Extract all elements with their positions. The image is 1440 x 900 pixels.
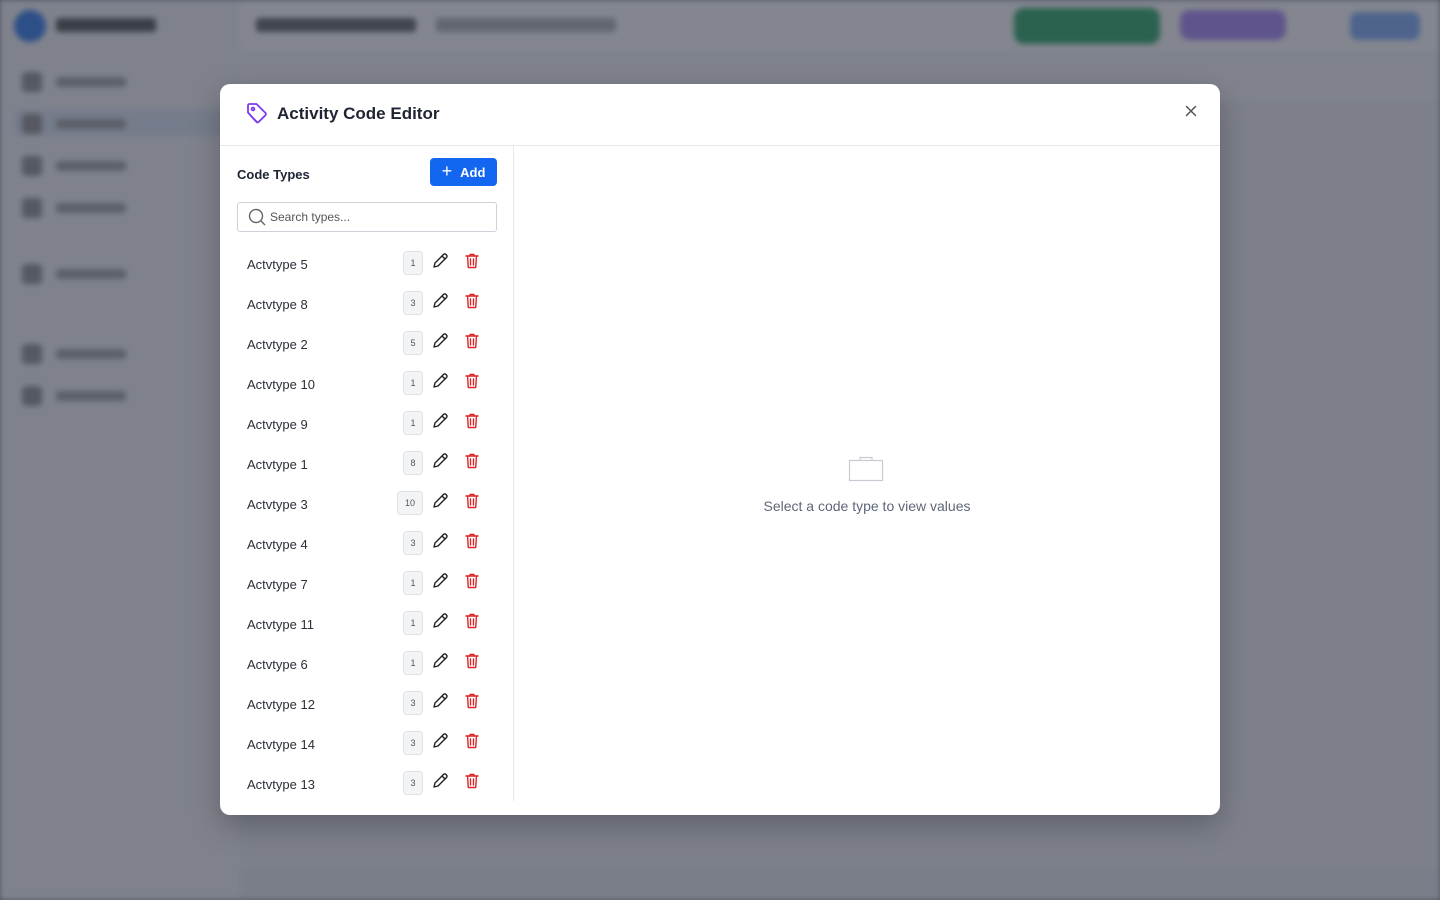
code-type-row[interactable]: Actvtype 9 1 — [237, 404, 497, 444]
plus-icon: + — [441, 161, 453, 181]
empty-state-message: Select a code type to view values — [763, 498, 971, 514]
code-type-name: Actvtype 1 — [247, 457, 308, 472]
code-type-name: Actvtype 9 — [247, 417, 308, 432]
trash-icon[interactable] — [464, 452, 480, 470]
value-count-badge: 3 — [403, 691, 423, 715]
code-type-row[interactable]: Actvtype 12 3 — [237, 684, 497, 724]
add-code-type-button[interactable]: + Add — [430, 158, 497, 186]
value-count-badge: 1 — [403, 251, 423, 275]
pencil-icon[interactable] — [431, 452, 449, 470]
trash-icon[interactable] — [464, 492, 480, 510]
pencil-icon[interactable] — [431, 332, 449, 350]
dialog-header: Activity Code Editor — [220, 84, 1220, 146]
value-count-badge: 1 — [403, 371, 423, 395]
trash-icon[interactable] — [464, 772, 480, 790]
code-type-name: Actvtype 11 — [247, 617, 314, 632]
trash-icon[interactable] — [464, 732, 480, 750]
value-count-badge: 1 — [403, 571, 423, 595]
pencil-icon[interactable] — [431, 692, 449, 710]
code-type-row[interactable]: Actvtype 6 1 — [237, 644, 497, 684]
code-types-heading: Code Types — [237, 167, 310, 182]
pencil-icon[interactable] — [431, 252, 449, 270]
value-count-badge: 3 — [403, 771, 423, 795]
code-type-row[interactable]: Actvtype 4 3 — [237, 524, 497, 564]
value-count-badge: 8 — [403, 451, 423, 475]
value-count-badge: 10 — [397, 491, 423, 515]
pencil-icon[interactable] — [431, 772, 449, 790]
code-type-name: Actvtype 8 — [247, 297, 308, 312]
value-count-badge: 1 — [403, 651, 423, 675]
trash-icon[interactable] — [464, 572, 480, 590]
code-type-name: Actvtype 13 — [247, 777, 315, 792]
code-type-row[interactable]: Actvtype 14 3 — [237, 724, 497, 764]
code-type-name: Actvtype 14 — [247, 737, 315, 752]
close-icon[interactable] — [1182, 102, 1200, 120]
pencil-icon[interactable] — [431, 612, 449, 630]
pencil-icon[interactable] — [431, 732, 449, 750]
value-count-badge: 5 — [403, 331, 423, 355]
add-button-label: Add — [460, 164, 486, 180]
code-values-panel: Select a code type to view values — [514, 146, 1220, 815]
code-type-row[interactable]: Actvtype 5 1 — [237, 244, 497, 284]
value-count-badge: 3 — [403, 731, 423, 755]
trash-icon[interactable] — [464, 332, 480, 350]
dialog-title: Activity Code Editor — [277, 104, 440, 123]
code-types-panel: Code Types + Add Actvtype 51Actvtype 83A… — [220, 146, 514, 801]
code-type-row[interactable]: Actvtype 1 8 — [237, 444, 497, 484]
code-type-row[interactable]: Actvtype 10 1 — [237, 364, 497, 404]
code-type-name: Actvtype 5 — [247, 257, 308, 272]
code-type-name: Actvtype 12 — [247, 697, 315, 712]
value-count-badge: 1 — [403, 611, 423, 635]
pencil-icon[interactable] — [431, 292, 449, 310]
trash-icon[interactable] — [464, 372, 480, 390]
pencil-icon[interactable] — [431, 412, 449, 430]
pencil-icon[interactable] — [431, 652, 449, 670]
pencil-icon[interactable] — [431, 372, 449, 390]
code-type-name: Actvtype 10 — [247, 377, 315, 392]
code-type-name: Actvtype 3 — [247, 497, 308, 512]
code-types-list: Actvtype 5 1 Actvtype 8 3 Actvtype 2 5 Actvtyp… — [237, 244, 497, 804]
code-type-row[interactable]: Actvtype 3 10 — [237, 484, 497, 524]
trash-icon[interactable] — [464, 612, 480, 630]
code-type-name: Actvtype 4 — [247, 537, 308, 552]
trash-icon[interactable] — [464, 692, 480, 710]
trash-icon[interactable] — [464, 412, 480, 430]
activity-code-editor-dialog: Activity Code Editor Code Types + Add Ac… — [220, 84, 1220, 815]
value-count-badge: 3 — [403, 531, 423, 555]
code-type-name: Actvtype 6 — [247, 657, 308, 672]
value-count-badge: 1 — [403, 411, 423, 435]
pencil-icon[interactable] — [431, 532, 449, 550]
code-type-name: Actvtype 7 — [247, 577, 308, 592]
code-type-row[interactable]: Actvtype 11 1 — [237, 604, 497, 644]
tag-icon — [247, 103, 267, 124]
value-count-badge: 3 — [403, 291, 423, 315]
folder-icon — [848, 456, 884, 482]
search-types-input[interactable] — [270, 207, 490, 227]
pencil-icon[interactable] — [431, 492, 449, 510]
pencil-icon[interactable] — [431, 572, 449, 590]
code-type-row[interactable]: Actvtype 2 5 — [237, 324, 497, 364]
trash-icon[interactable] — [464, 252, 480, 270]
search-types-field[interactable] — [237, 202, 497, 232]
code-type-name: Actvtype 2 — [247, 337, 308, 352]
code-type-row[interactable]: Actvtype 7 1 — [237, 564, 497, 604]
trash-icon[interactable] — [464, 532, 480, 550]
code-type-row[interactable]: Actvtype 8 3 — [237, 284, 497, 324]
trash-icon[interactable] — [464, 652, 480, 670]
search-icon — [248, 208, 266, 226]
code-type-row[interactable]: Actvtype 13 3 — [237, 764, 497, 804]
trash-icon[interactable] — [464, 292, 480, 310]
